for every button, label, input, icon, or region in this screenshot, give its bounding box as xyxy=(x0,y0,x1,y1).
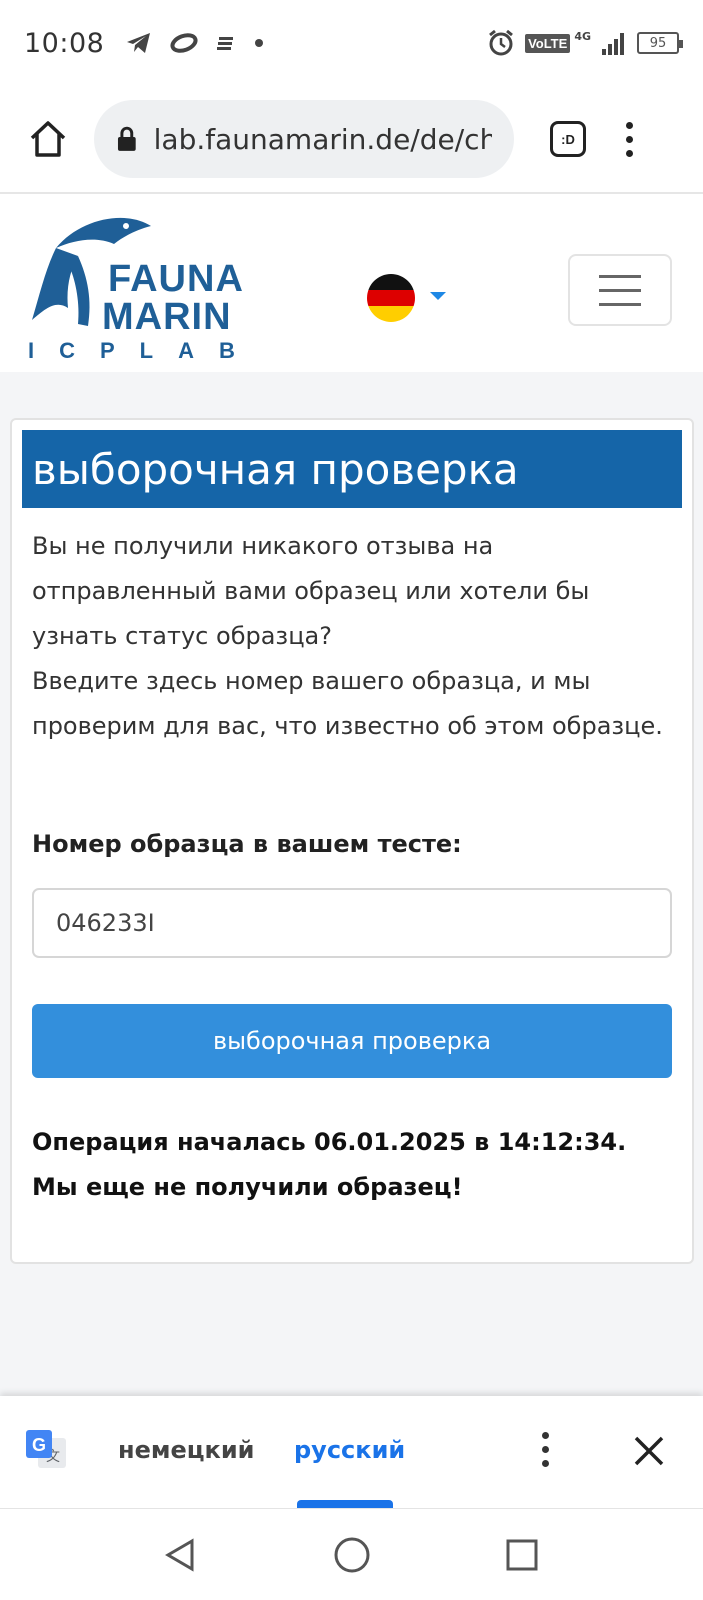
sample-check-button[interactable]: выборочная проверка xyxy=(32,1004,672,1078)
sample-check-card: выборочная проверка Вы не получили никак… xyxy=(10,418,694,1264)
translate-menu-button[interactable] xyxy=(542,1432,549,1467)
language-flag-de[interactable] xyxy=(367,274,415,322)
active-language-indicator xyxy=(297,1500,393,1508)
card-description: Вы не получили никакого отзыва на отправ… xyxy=(32,524,672,749)
svg-text:G: G xyxy=(32,1435,46,1455)
dot-icon xyxy=(255,39,264,47)
sample-number-input[interactable] xyxy=(32,888,672,958)
check-result: Операция началась 06.01.2025 в 14:12:34.… xyxy=(32,1120,672,1210)
back-triangle-icon xyxy=(165,1538,194,1572)
browser-toolbar: lab.faunamarin.de/de/ch :D xyxy=(0,86,703,194)
description-paragraph-2: Введите здесь номер вашего образца, и мы… xyxy=(32,667,663,740)
home-nav-button[interactable] xyxy=(330,1533,374,1577)
address-bar[interactable]: lab.faunamarin.de/de/ch xyxy=(94,100,514,178)
telegram-icon xyxy=(127,33,151,53)
description-paragraph-1: Вы не получили никакого отзыва на отправ… xyxy=(32,532,590,650)
system-nav-bar xyxy=(0,1508,703,1600)
battery-icon: 95 xyxy=(637,32,683,54)
browser-menu-button[interactable] xyxy=(626,121,633,157)
card-title: выборочная проверка xyxy=(22,430,682,508)
logo-text-marin: MARIN xyxy=(102,296,232,338)
home-icon xyxy=(30,121,66,157)
nav-menu-toggle[interactable] xyxy=(568,254,672,326)
signal-icon xyxy=(602,33,624,55)
status-bar: 10:08 VoLTE 4G 95 xyxy=(0,0,703,86)
translate-bar: 文 G немецкий русский xyxy=(0,1396,703,1508)
recents-button[interactable] xyxy=(500,1533,544,1577)
logo-text-icplab: ICPLAB xyxy=(28,338,260,363)
messaging-icon xyxy=(170,33,198,53)
site-header: FAUNA MARIN ICPLAB xyxy=(0,196,703,372)
notification-icon xyxy=(217,37,234,50)
sample-number-label: Номер образца в вашем тесте: xyxy=(32,830,462,858)
close-icon[interactable] xyxy=(632,1434,666,1468)
result-operation-started: Операция началась 06.01.2025 в 14:12:34. xyxy=(32,1128,627,1156)
recents-square-icon xyxy=(506,1539,538,1571)
home-circle-icon xyxy=(334,1537,370,1573)
tab-switcher-button[interactable]: :D xyxy=(550,121,586,157)
network-type: 4G xyxy=(574,29,591,43)
language-dropdown-caret-icon[interactable] xyxy=(430,292,446,300)
fauna-marin-logo[interactable]: FAUNA MARIN ICPLAB xyxy=(26,208,256,363)
volte-badge: VoLTE xyxy=(525,33,571,53)
hamburger-icon xyxy=(599,274,641,278)
notification-icons xyxy=(126,32,264,54)
back-button[interactable] xyxy=(158,1533,202,1577)
translate-source-language[interactable]: немецкий xyxy=(118,1436,254,1464)
translate-target-language[interactable]: русский xyxy=(294,1436,405,1464)
status-time: 10:08 xyxy=(24,27,105,59)
url-text: lab.faunamarin.de/de/ch xyxy=(153,122,492,156)
google-translate-icon: 文 G xyxy=(26,1430,66,1468)
main-content: выборочная проверка Вы не получили никак… xyxy=(0,372,703,1396)
home-button[interactable] xyxy=(24,115,72,163)
lock-icon xyxy=(117,126,136,151)
alarm-icon xyxy=(489,29,513,56)
result-not-received: Мы еще не получили образец! xyxy=(32,1173,463,1201)
logo-text-fauna: FAUNA xyxy=(108,258,244,300)
